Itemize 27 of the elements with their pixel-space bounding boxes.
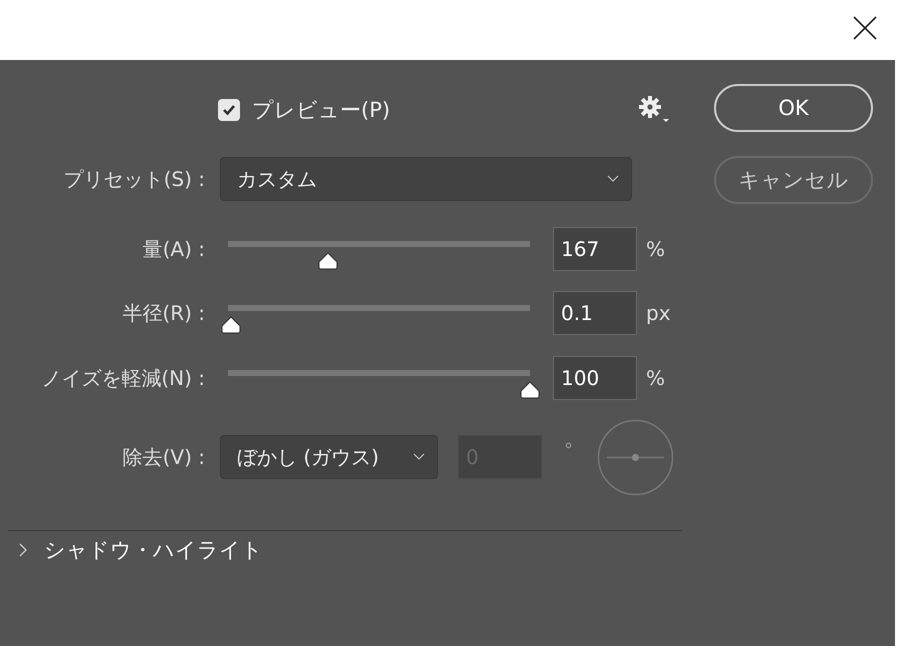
dialog-button[interactable]: キャンセル [714,156,873,204]
chevron-down-icon [413,453,425,461]
unit-label: % [646,237,666,261]
slider-label: 量(A) : [142,236,206,262]
preview-label[interactable]: プレビュー(P) [252,96,390,124]
remove-dropdown[interactable]: ぼかし (ガウス) [220,435,438,479]
section-header[interactable]: シャドウ・ハイライト [0,535,263,565]
preset-label: プリセット(S) : [62,166,206,192]
degree-label: ° [564,440,573,460]
preset-dropdown[interactable]: カスタム [220,157,632,201]
remove-label: 除去(V) : [122,444,206,470]
unit-label: px [646,301,671,325]
slider-label: 半径(R) : [121,300,206,326]
unit-label: % [646,366,666,390]
checkbox[interactable] [218,99,240,121]
slider-handle[interactable] [220,316,242,334]
slider-handle[interactable] [519,381,541,399]
slider-label: ノイズを軽減(N) : [40,364,206,392]
gear-icon[interactable] [638,95,670,125]
value-field[interactable]: 167 [553,227,637,271]
chevron-icon [18,542,28,558]
dialog-button[interactable]: OK [714,84,873,132]
close-icon[interactable] [852,15,878,41]
chevron-down-icon [607,175,619,183]
slider-handle[interactable] [316,252,339,270]
value-field[interactable]: 100 [553,356,637,400]
value-field[interactable]: 0.1 [553,291,637,335]
